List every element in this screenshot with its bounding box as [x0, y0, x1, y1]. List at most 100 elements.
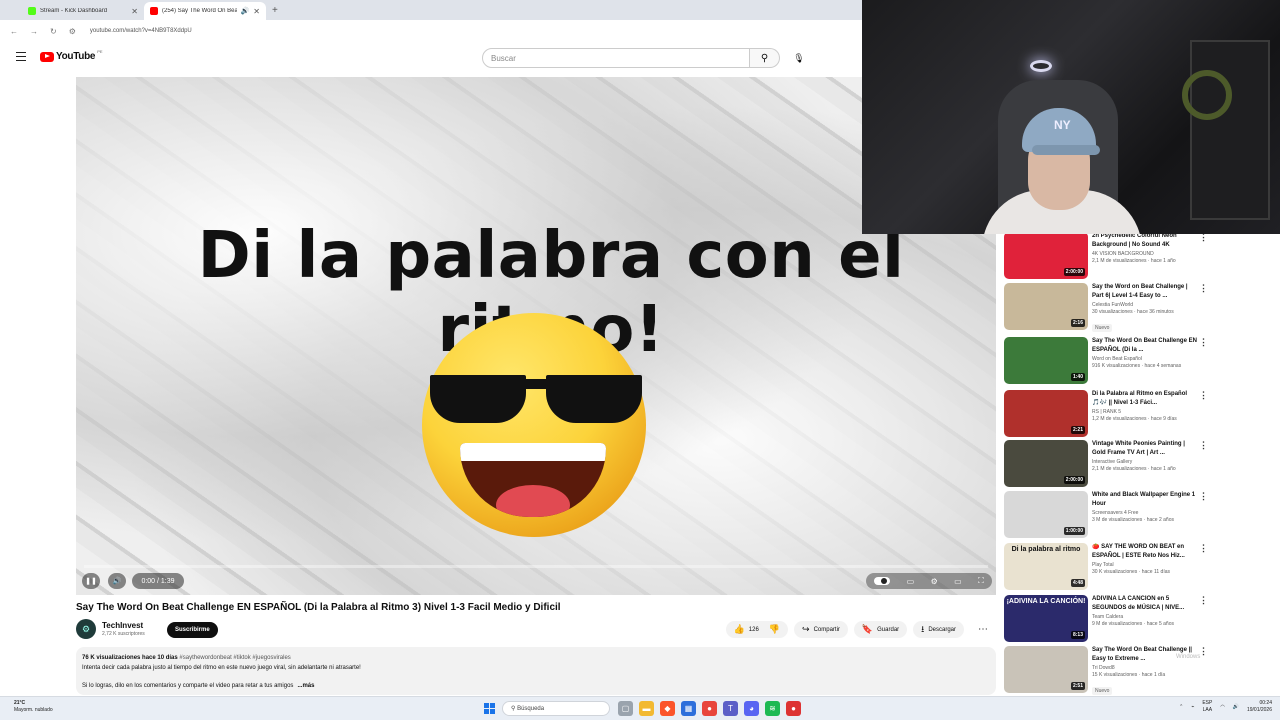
- more-options-icon[interactable]: ⋮: [1199, 646, 1208, 657]
- subtitles-icon[interactable]: ▭: [907, 577, 915, 586]
- discord-icon[interactable]: ◕: [744, 701, 759, 716]
- recommendation-item[interactable]: 2:00:00 Vintage White Peonies Painting | …: [1003, 440, 1280, 490]
- new-tab-button[interactable]: +: [272, 2, 278, 20]
- recommendation-title[interactable]: ADIVINA LA CANCIÓN en 5 SEGUNDOS de MÚSI…: [1092, 595, 1200, 613]
- video-thumbnail[interactable]: 1:00:00: [1004, 491, 1088, 538]
- close-icon[interactable]: ✕: [253, 7, 260, 16]
- speaker-icon[interactable]: 🔊: [241, 7, 250, 15]
- more-options-icon[interactable]: ⋮: [1199, 543, 1208, 554]
- recommendation-item[interactable]: 1:40 Say The Word On Beat Challenge EN ES…: [1003, 337, 1280, 387]
- youtube-logo[interactable]: YouTube PE: [40, 49, 103, 62]
- more-options-icon[interactable]: ⋮: [1199, 491, 1208, 502]
- more-options-icon[interactable]: ⋮: [1199, 595, 1208, 606]
- duration-badge: 1:40: [1070, 373, 1085, 381]
- like-button[interactable]: 👍 126 👎: [725, 621, 789, 638]
- language-indicator[interactable]: ESP LAA: [1202, 700, 1212, 714]
- wifi-icon[interactable]: ◠: [1220, 704, 1224, 710]
- volume-icon[interactable]: 🔊: [1233, 704, 1239, 710]
- recommendation-title[interactable]: 🍅 SAY THE WORD ON BEAT en ESPAÑOL | ESTE…: [1092, 543, 1200, 561]
- url-field[interactable]: youtube.com/watch?v=4NB9T8XddpU: [90, 28, 192, 34]
- video-player[interactable]: Di la palabra con el ritmo! ❚❚ 🔊 0:00 / …: [76, 77, 996, 595]
- chrome-icon[interactable]: ●: [702, 701, 717, 716]
- recommendation-item[interactable]: 2:00:00 2h Psychedelic Colorful Neon Back…: [1003, 234, 1280, 282]
- video-thumbnail[interactable]: 2:00:00: [1004, 440, 1088, 487]
- background-shelf: [1190, 40, 1270, 220]
- volume-button[interactable]: 🔊: [108, 573, 126, 589]
- download-button[interactable]: ⭳ Descargar: [913, 621, 964, 638]
- menu-icon[interactable]: [16, 52, 26, 61]
- progress-bar[interactable]: [84, 565, 988, 568]
- save-button[interactable]: 🔖 Guardar: [853, 621, 908, 638]
- clock-time: 00:24: [1259, 700, 1272, 706]
- video-thumbnail[interactable]: 2:16: [1004, 283, 1088, 330]
- theater-icon[interactable]: ▭: [954, 577, 962, 586]
- tab-youtube[interactable]: (254) Say The Word On Beat 🔊 ✕: [144, 2, 266, 20]
- settings-icon[interactable]: ⚙: [931, 577, 938, 586]
- more-actions-button[interactable]: ⋯: [970, 621, 996, 638]
- search-icon: ⚲: [760, 52, 769, 64]
- recommendation-item[interactable]: Di la palabra al ritmo 4:48 🍅 SAY THE WORD…: [1003, 543, 1280, 593]
- tab-kick-dashboard[interactable]: Stream - Kick Dashboard ✕: [22, 2, 144, 20]
- voice-search-button[interactable]: 🎙: [790, 49, 808, 67]
- recommendation-item[interactable]: 2:16 Say the Word on Beat Challenge | Par…: [1003, 283, 1280, 333]
- spotify-icon[interactable]: ≋: [765, 701, 780, 716]
- recommendation-info: ADIVINA LA CANCIÓN en 5 SEGUNDOS de MÚSI…: [1092, 595, 1200, 628]
- kick-favicon: [28, 7, 36, 15]
- back-icon[interactable]: ←: [10, 27, 18, 36]
- chevron-up-icon[interactable]: ⌃: [1179, 704, 1183, 710]
- thumbs-down-icon[interactable]: 👎: [769, 624, 780, 635]
- recorder-icon[interactable]: ●: [786, 701, 801, 716]
- site-info-icon[interactable]: ⚙: [69, 27, 76, 36]
- taskbar-search[interactable]: ⚲ Búsqueda: [502, 701, 610, 716]
- recommendation-title[interactable]: Say the Word on Beat Challenge | Part 6|…: [1092, 283, 1200, 301]
- teams-icon[interactable]: T: [723, 701, 738, 716]
- brave-icon[interactable]: ◆: [660, 701, 675, 716]
- reload-icon[interactable]: ↻: [50, 27, 57, 36]
- task-view-icon[interactable]: ▢: [618, 701, 633, 716]
- video-thumbnail[interactable]: 2:00:00: [1004, 234, 1088, 279]
- video-thumbnail[interactable]: ¡ADIVINA LA CANCIÓN! 8:13: [1004, 595, 1088, 642]
- more-options-icon[interactable]: ⋮: [1199, 440, 1208, 451]
- more-options-icon[interactable]: ⋮: [1199, 390, 1208, 401]
- channel-avatar[interactable]: ⚙: [76, 619, 96, 639]
- file-explorer-icon[interactable]: ▬: [639, 701, 654, 716]
- hashtags[interactable]: #saythewordonbeat #tiktok #juegosvirales: [179, 655, 290, 661]
- close-icon[interactable]: ✕: [131, 7, 138, 16]
- video-thumbnail[interactable]: 2:51: [1004, 646, 1088, 693]
- recommendation-item[interactable]: 2:51 Say The Word On Beat Challenge || Ea…: [1003, 646, 1280, 696]
- video-thumbnail[interactable]: 1:40: [1004, 337, 1088, 384]
- windows-start-icon[interactable]: [484, 703, 495, 714]
- subscribe-button[interactable]: Suscribirme: [167, 622, 218, 638]
- channel-name[interactable]: TechInvest: [102, 621, 143, 630]
- autoplay-toggle[interactable]: [874, 577, 891, 585]
- description-box[interactable]: 76 K visualizaciones hace 10 días #sayth…: [76, 647, 996, 695]
- network-icon[interactable]: ⌁: [1191, 704, 1194, 710]
- weather-widget[interactable]: 21°C Mayorm. nublado: [14, 700, 53, 714]
- forward-icon[interactable]: →: [30, 27, 38, 36]
- more-options-icon[interactable]: ⋮: [1199, 337, 1208, 348]
- recommendation-title[interactable]: Vintage White Peonies Painting | Gold Fr…: [1092, 440, 1200, 458]
- save-label: Guardar: [877, 626, 900, 633]
- pause-button[interactable]: ❚❚: [82, 573, 100, 589]
- recommendation-item[interactable]: ¡ADIVINA LA CANCIÓN! 8:13 ADIVINA LA CANCI…: [1003, 595, 1280, 645]
- video-thumbnail[interactable]: Di la palabra al ritmo 4:48: [1004, 543, 1088, 590]
- recommendation-item[interactable]: 1:00:00 White and Black Wallpaper Engine …: [1003, 491, 1280, 541]
- recommendation-title[interactable]: Say The Word On Beat Challenge EN ESPAÑO…: [1092, 337, 1200, 355]
- fullscreen-icon[interactable]: ⛶: [978, 576, 984, 586]
- photos-icon[interactable]: ▦: [681, 701, 696, 716]
- more-options-icon[interactable]: ⋮: [1199, 283, 1208, 294]
- recommendation-item[interactable]: 2:21 Di la Palabra al Ritmo en Español 🎵🎶…: [1003, 390, 1280, 440]
- search-button[interactable]: ⚲: [750, 48, 780, 68]
- clock[interactable]: 00:24 19/01/2026: [1247, 700, 1272, 714]
- recommendation-title[interactable]: White and Black Wallpaper Engine 1 Hour: [1092, 491, 1200, 509]
- time-display: 0:00 / 1:39: [132, 573, 184, 589]
- more-options-icon[interactable]: ⋮: [1199, 234, 1208, 243]
- search-input[interactable]: Buscar: [482, 48, 750, 68]
- taskbar-apps: ▢ ▬ ◆ ▦ ● T ◕ ≋ ●: [618, 701, 801, 716]
- share-button[interactable]: ↪ Compartir: [794, 621, 848, 638]
- show-more-link[interactable]: ...más: [297, 683, 314, 689]
- recommendation-title[interactable]: 2h Psychedelic Colorful Neon Background …: [1092, 234, 1200, 250]
- webcam-overlay: NY: [862, 0, 1280, 234]
- video-thumbnail[interactable]: 2:21: [1004, 390, 1088, 437]
- recommendation-title[interactable]: Di la Palabra al Ritmo en Español 🎵🎶 || …: [1092, 390, 1200, 408]
